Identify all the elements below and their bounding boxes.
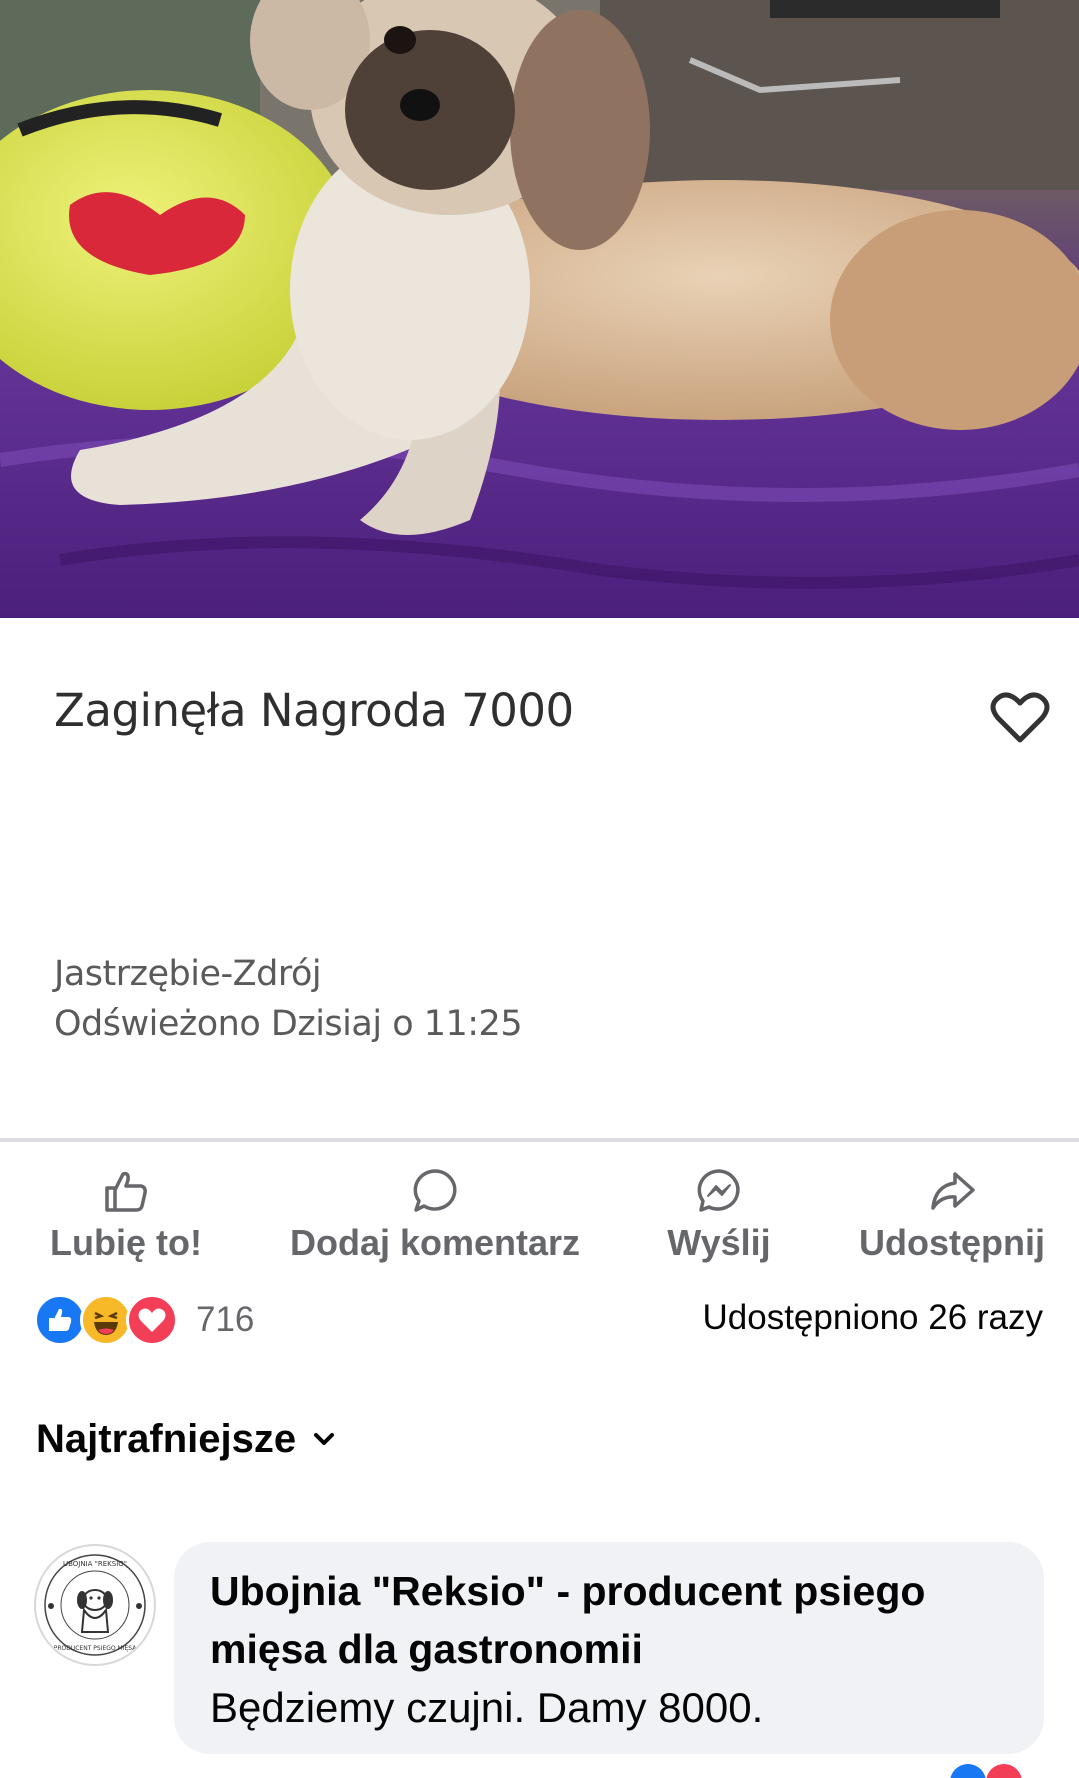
avatar[interactable]: UBOJNIA "REKSIO" PRODUCENT PSIEGO MIĘSA [34,1544,156,1666]
dog-photo-illustration [0,0,1079,618]
comment-reaction-like-icon [950,1764,986,1778]
like-button[interactable]: Lubię to! [40,1166,212,1266]
svg-text:UBOJNIA "REKSIO": UBOJNIA "REKSIO" [63,1560,127,1568]
sort-label: Najtrafniejsze [36,1416,297,1461]
share-button[interactable]: Udostępnij [852,1166,1052,1266]
listing-card[interactable]: Zaginęła Nagroda 7000 Jastrzębie-Zdrój O… [0,618,1079,1138]
listing-location: Jastrzębie-Zdrój [54,954,322,994]
dog-logo-icon: UBOJNIA "REKSIO" PRODUCENT PSIEGO MIĘSA [44,1554,146,1656]
comment-label: Dodaj komentarz [289,1222,581,1263]
like-label: Lubię to! [50,1222,202,1263]
listing-refreshed: Odświeżono Dzisiaj o 11:25 [54,1004,523,1044]
send-label: Wyślij [667,1222,771,1263]
dog-photo[interactable] [0,0,1079,618]
heart-outline-icon [990,692,1050,743]
comment-bubble[interactable]: Ubojnia "Reksio" - producent psiego mięs… [174,1542,1044,1754]
chevron-down-icon [314,1433,335,1445]
reaction-count: 716 [196,1300,255,1339]
comment-text: Będziemy czujni. Damy 8000. [210,1684,764,1731]
share-label: Udostępnij [859,1222,1045,1263]
send-button[interactable]: Wyślij [654,1166,784,1266]
share-arrow-icon [931,1172,975,1210]
love-reaction-icon [126,1294,178,1346]
reactions-summary[interactable]: 716 [34,1294,254,1346]
comment-author[interactable]: Ubojnia "Reksio" - producent psiego mięs… [210,1562,970,1678]
haha-reaction-icon [80,1294,132,1346]
page: Zaginęła Nagroda 7000 Jastrzębie-Zdrój O… [0,0,1079,1778]
thumbs-up-icon [105,1171,147,1212]
divider [0,1138,1079,1142]
like-reaction-icon [34,1294,86,1346]
messenger-icon [697,1169,740,1212]
svg-text:PRODUCENT PSIEGO MIĘSA: PRODUCENT PSIEGO MIĘSA [54,1645,137,1652]
comment-sort-dropdown[interactable]: Najtrafniejsze [36,1414,338,1464]
comment-bubble-icon [413,1169,457,1212]
comment-button[interactable]: Dodaj komentarz [282,1166,588,1266]
share-count[interactable]: Udostępniono 26 razy [703,1298,1044,1338]
comment-reaction-love-icon [986,1764,1022,1778]
listing-title: Zaginęła Nagroda 7000 [54,684,574,737]
favorite-button[interactable] [990,690,1050,746]
